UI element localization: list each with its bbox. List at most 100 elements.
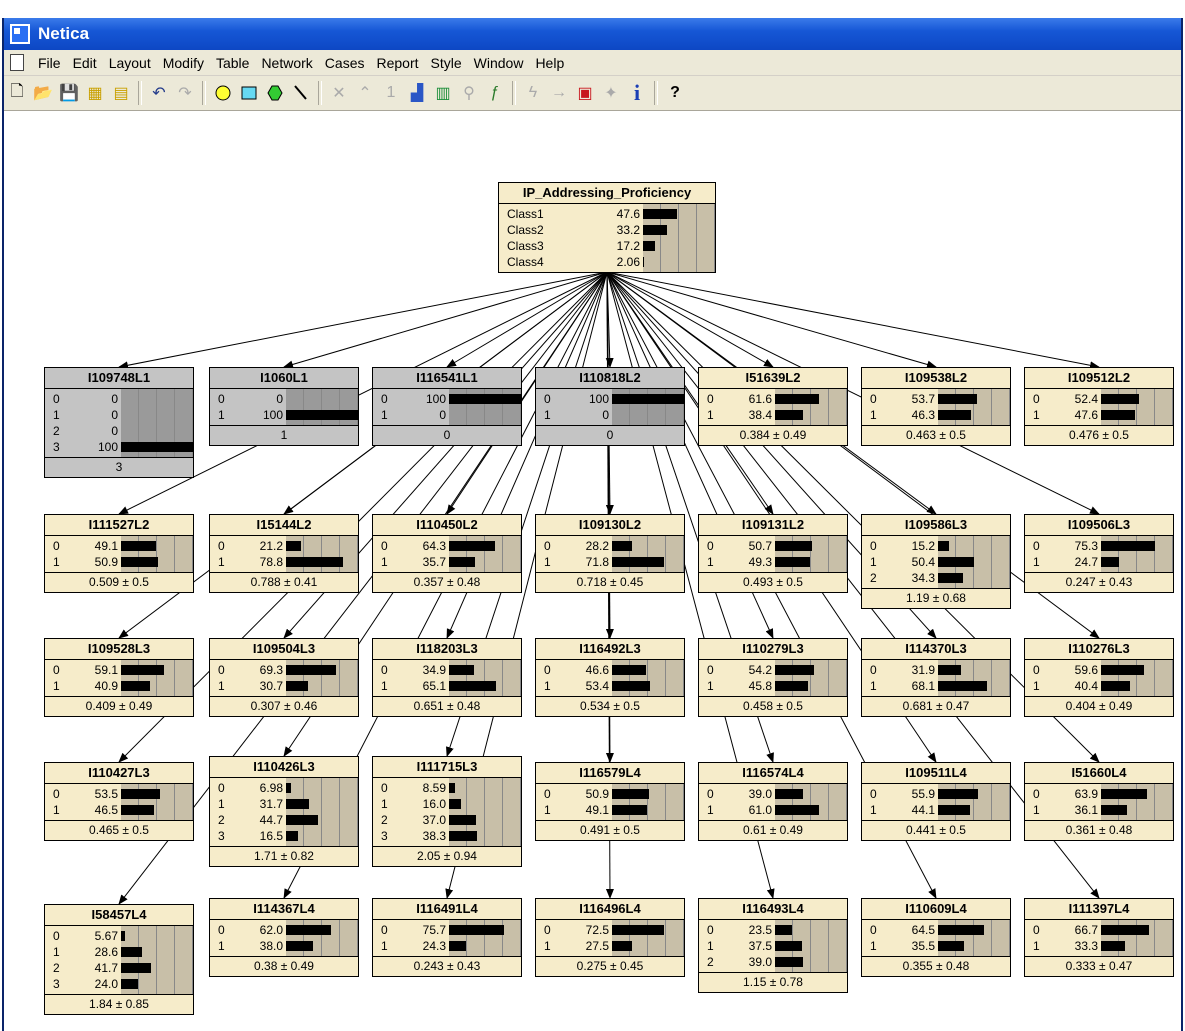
add-decision-node-icon[interactable]: [237, 81, 261, 105]
arrow-icon[interactable]: →: [547, 81, 571, 105]
node-i110276l3[interactable]: I110276L3 0 59.6 1 40.4 0.404 ± 0.49: [1024, 638, 1174, 717]
node-expected-value: 0.247 ± 0.43: [1065, 575, 1133, 589]
menu-cases[interactable]: Cases: [319, 55, 371, 71]
node-i110450l2[interactable]: I110450L2 0 64.3 1 35.7 0.357 ± 0.48: [372, 514, 522, 593]
find-icon[interactable]: ⚲: [457, 81, 481, 105]
save-icon[interactable]: 💾: [57, 81, 81, 105]
state-row: 1 46.3: [870, 407, 938, 423]
node-states: 0 75.7 1 24.3: [373, 920, 521, 957]
node-i114370l3[interactable]: I114370L3 0 31.9 1 68.1 0.681 ± 0.47: [861, 638, 1011, 717]
add-utility-node-icon[interactable]: [263, 81, 287, 105]
table-icon[interactable]: ▥: [431, 81, 455, 105]
network-canvas[interactable]: IP_Addressing_Proficiency Class1 47.6 Class…: [4, 111, 1181, 1031]
node-i51639l2[interactable]: I51639L2 0 61.6 1 38.4 0.384 ± 0.49: [698, 367, 848, 446]
redo-icon[interactable]: ↷: [173, 81, 197, 105]
state-label: 0: [707, 392, 714, 406]
node-i58457l4[interactable]: I58457L4 0 5.67 1 28.6 2 41.7 3 24.0 1.84 ± 0.85: [44, 904, 194, 1015]
menu-modify[interactable]: Modify: [157, 55, 210, 71]
node-i111397l4[interactable]: I111397L4 0 66.7 1 33.3 0.333 ± 0.47: [1024, 898, 1174, 977]
state-labels: 0 46.6 1 53.4: [536, 660, 612, 696]
state-label: 0: [53, 392, 60, 406]
toolbar-separator: [654, 81, 658, 105]
node-ip_addressing_proficiency[interactable]: IP_Addressing_Proficiency Class1 47.6 Class…: [498, 182, 716, 273]
node-i110427l3[interactable]: I110427L3 0 53.5 1 46.5 0.465 ± 0.5: [44, 762, 194, 841]
star-icon[interactable]: ✦: [599, 81, 623, 105]
node-i116574l4[interactable]: I116574L4 0 39.0 1 61.0 0.61 ± 0.49: [698, 762, 848, 841]
belief-bars: [1101, 920, 1173, 956]
state-row: 0 59.6: [1033, 662, 1101, 678]
belief-bar: [775, 665, 815, 675]
state-label: 1: [53, 945, 60, 959]
menu-help[interactable]: Help: [529, 55, 570, 71]
menu-network[interactable]: Network: [255, 55, 318, 71]
menu-window[interactable]: Window: [468, 55, 530, 71]
state-row: 0 49.1: [53, 538, 121, 554]
absorb-icon[interactable]: ✕: [327, 81, 351, 105]
menu-layout[interactable]: Layout: [103, 55, 157, 71]
belief-bars: [449, 778, 521, 846]
properties-icon[interactable]: ▤: [109, 81, 133, 105]
belief-bar-row: [775, 407, 847, 423]
belief-bar-row: [449, 662, 521, 678]
function-icon[interactable]: ƒ: [483, 81, 507, 105]
node-i109130l2[interactable]: I109130L2 0 28.2 1 71.8 0.718 ± 0.45: [535, 514, 685, 593]
node-i118203l3[interactable]: I118203L3 0 34.9 1 65.1 0.651 ± 0.48: [372, 638, 522, 717]
state-value: 21.2: [259, 539, 283, 553]
node-i116493l4[interactable]: I116493L4 0 23.5 1 37.5 2 39.0 1.15 ± 0.78: [698, 898, 848, 993]
node-i116492l3[interactable]: I116492L3 0 46.6 1 53.4 0.534 ± 0.5: [535, 638, 685, 717]
node-i109748l1[interactable]: I109748L1 0 0 1 0 2 0 3 100 3: [44, 367, 194, 478]
node-i109504l3[interactable]: I109504L3 0 69.3 1 30.7 0.307 ± 0.46: [209, 638, 359, 717]
state-row: 1 28.6: [53, 944, 121, 960]
equation-icon[interactable]: ▟: [405, 81, 429, 105]
reverse-link-icon[interactable]: ⌃: [353, 81, 377, 105]
menu-report[interactable]: Report: [370, 55, 424, 71]
new-icon[interactable]: 🗋: [5, 81, 29, 105]
menu-style[interactable]: Style: [425, 55, 468, 71]
node-i111715l3[interactable]: I111715L3 0 8.59 1 16.0 2 37.0 3 38.3 2.05 ± 0.94: [372, 756, 522, 867]
node-i109538l2[interactable]: I109538L2 0 53.7 1 46.3 0.463 ± 0.5: [861, 367, 1011, 446]
open-icon[interactable]: 📂: [31, 81, 55, 105]
menu-edit[interactable]: Edit: [67, 55, 103, 71]
add-nature-node-icon[interactable]: [211, 81, 235, 105]
title-bar[interactable]: Netica: [4, 18, 1181, 50]
lightning-icon[interactable]: ϟ: [521, 81, 545, 105]
state-row: 1 100: [218, 407, 286, 423]
state-labels: 0 54.2 1 45.8: [699, 660, 775, 696]
node-i114367l4[interactable]: I114367L4 0 62.0 1 38.0 0.38 ± 0.49: [209, 898, 359, 977]
node-expected-value: 0.509 ± 0.5: [89, 575, 149, 589]
node-i109512l2[interactable]: I109512L2 0 52.4 1 47.6 0.476 ± 0.5: [1024, 367, 1174, 446]
node-i116579l4[interactable]: I116579L4 0 50.9 1 49.1 0.491 ± 0.5: [535, 762, 685, 841]
node-i15144l2[interactable]: I15144L2 0 21.2 1 78.8 0.788 ± 0.41: [209, 514, 359, 593]
undo-icon[interactable]: ↶: [147, 81, 171, 105]
belief-bar-row: [775, 662, 847, 678]
document-icon[interactable]: [10, 54, 24, 71]
help-icon[interactable]: ?: [663, 81, 687, 105]
node-i110426l3[interactable]: I110426L3 0 6.98 1 31.7 2 44.7 3 16.5 1.71 ± 0.82: [209, 756, 359, 867]
node-expected-value: 0: [443, 428, 451, 442]
node-states: 0 28.2 1 71.8: [536, 536, 684, 573]
node-i109506l3[interactable]: I109506L3 0 75.3 1 24.7 0.247 ± 0.43: [1024, 514, 1174, 593]
node-i116491l4[interactable]: I116491L4 0 75.7 1 24.3 0.243 ± 0.43: [372, 898, 522, 977]
node-i1060l1[interactable]: I1060L1 0 0 1 100 1: [209, 367, 359, 446]
one-icon[interactable]: 1: [379, 81, 403, 105]
node-i109511l4[interactable]: I109511L4 0 55.9 1 44.1 0.441 ± 0.5: [861, 762, 1011, 841]
add-link-icon[interactable]: [289, 81, 313, 105]
menu-table[interactable]: Table: [210, 55, 255, 71]
node-i110818l2[interactable]: I110818L2 0 100 1 0 0: [535, 367, 685, 446]
optimize-icon[interactable]: ▣: [573, 81, 597, 105]
node-i116496l4[interactable]: I116496L4 0 72.5 1 27.5 0.275 ± 0.45: [535, 898, 685, 977]
node-i51660l4[interactable]: I51660L4 0 63.9 1 36.1 0.361 ± 0.48: [1024, 762, 1174, 841]
menu-file[interactable]: File: [32, 55, 67, 71]
info-icon[interactable]: i: [625, 80, 649, 105]
node-i109586l3[interactable]: I109586L3 0 15.2 1 50.4 2 34.3 1.19 ± 0.68: [861, 514, 1011, 609]
state-label: 1: [218, 679, 225, 693]
node-i110609l4[interactable]: I110609L4 0 64.5 1 35.5 0.355 ± 0.48: [861, 898, 1011, 977]
node-i109528l3[interactable]: I109528L3 0 59.1 1 40.9 0.409 ± 0.49: [44, 638, 194, 717]
state-labels: 0 64.5 1 35.5: [862, 920, 938, 956]
node-i109131l2[interactable]: I109131L2 0 50.7 1 49.3 0.493 ± 0.5: [698, 514, 848, 593]
node-i110279l3[interactable]: I110279L3 0 54.2 1 45.8 0.458 ± 0.5: [698, 638, 848, 717]
compile-icon[interactable]: ▦: [83, 81, 107, 105]
node-i116541l1[interactable]: I116541L1 0 100 1 0 0: [372, 367, 522, 446]
node-states: 0 23.5 1 37.5 2 39.0: [699, 920, 847, 973]
node-i111527l2[interactable]: I111527L2 0 49.1 1 50.9 0.509 ± 0.5: [44, 514, 194, 593]
